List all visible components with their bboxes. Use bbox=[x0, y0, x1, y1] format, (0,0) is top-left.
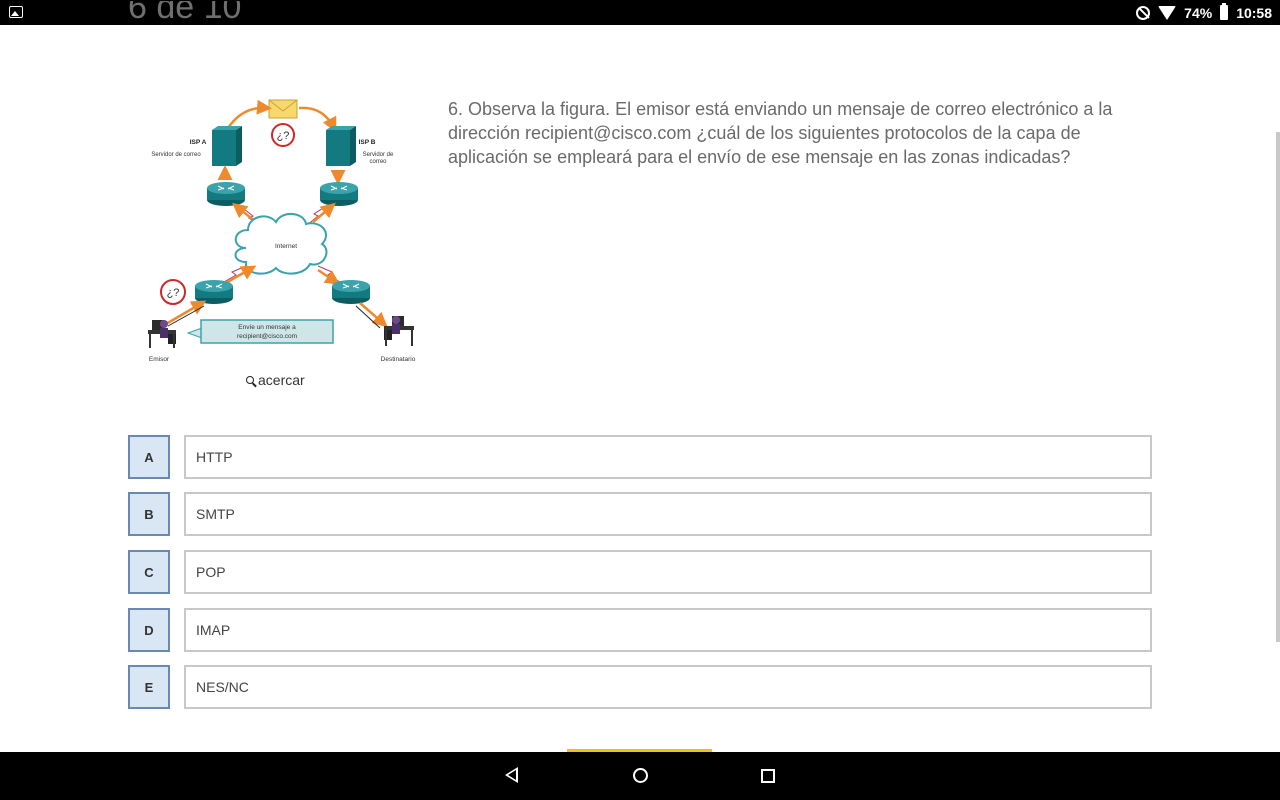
home-icon[interactable] bbox=[633, 768, 648, 783]
isp-b-server-label-1: Servidor de bbox=[363, 152, 394, 158]
do-not-disturb-icon bbox=[1136, 5, 1151, 20]
router-isp-a-icon bbox=[207, 182, 245, 206]
recent-apps-icon[interactable] bbox=[761, 769, 775, 783]
sender-label: Emisor bbox=[149, 356, 170, 363]
wifi-icon bbox=[1158, 5, 1177, 20]
mail-server-b-icon bbox=[326, 126, 356, 166]
isp-b-server-label-2: correo bbox=[369, 159, 387, 165]
option-a[interactable]: A HTTP bbox=[128, 435, 1152, 479]
isp-a-label: ISP A bbox=[190, 139, 207, 146]
isp-b-label: ISP B bbox=[359, 139, 376, 146]
back-icon[interactable] bbox=[505, 767, 518, 783]
option-letter[interactable]: C bbox=[128, 550, 170, 594]
internet-label: Internet bbox=[275, 243, 297, 250]
option-text[interactable]: NES/NC bbox=[184, 665, 1152, 709]
recipient-workstation-icon bbox=[384, 316, 414, 346]
option-b[interactable]: B SMTP bbox=[128, 492, 1152, 536]
option-d[interactable]: D IMAP bbox=[128, 608, 1152, 652]
search-icon bbox=[246, 376, 254, 384]
option-c[interactable]: C POP bbox=[128, 550, 1152, 594]
svg-text:recipient@cisco.com: recipient@cisco.com bbox=[237, 333, 297, 340]
image-notification-icon bbox=[9, 6, 23, 18]
scrollbar[interactable] bbox=[1276, 132, 1280, 642]
option-letter[interactable]: E bbox=[128, 665, 170, 709]
option-e[interactable]: E NES/NC bbox=[128, 665, 1152, 709]
option-text[interactable]: IMAP bbox=[184, 608, 1152, 652]
recipient-label: Destinatario bbox=[381, 356, 416, 363]
router-recipient-icon bbox=[332, 280, 370, 304]
message-callout: Envíe un mensaje a recipient@cisco.com bbox=[186, 319, 334, 344]
battery-percent: 74% bbox=[1184, 4, 1213, 21]
option-text[interactable]: POP bbox=[184, 550, 1152, 594]
clock: 10:58 bbox=[1236, 4, 1272, 21]
option-text[interactable]: HTTP bbox=[184, 435, 1152, 479]
option-letter[interactable]: B bbox=[128, 492, 170, 536]
network-figure[interactable]: ¿? ISP A Servidor de correo ISP B Servid… bbox=[128, 98, 428, 368]
internet-cloud-icon: Internet bbox=[234, 213, 328, 275]
option-text[interactable]: SMTP bbox=[184, 492, 1152, 536]
isp-a-server-label: Servidor de correo bbox=[151, 152, 201, 158]
question-bubble-left: ¿? bbox=[160, 279, 186, 305]
mail-server-a-icon bbox=[212, 126, 242, 166]
svg-text:¿?: ¿? bbox=[277, 130, 290, 142]
router-isp-b-icon bbox=[320, 182, 358, 206]
page-counter: 6 de 10 bbox=[128, 1, 242, 25]
router-sender-icon bbox=[195, 280, 233, 304]
option-letter[interactable]: A bbox=[128, 435, 170, 479]
email-envelope-icon bbox=[268, 99, 298, 119]
svg-text:Envíe un mensaje a: Envíe un mensaje a bbox=[238, 324, 296, 331]
zoom-button[interactable]: acercar bbox=[246, 372, 305, 388]
battery-icon bbox=[1220, 3, 1229, 20]
option-letter[interactable]: D bbox=[128, 608, 170, 652]
question-text: 6. Observa la figura. El emisor está env… bbox=[448, 99, 1113, 167]
svg-text:¿?: ¿? bbox=[167, 287, 180, 299]
zoom-label: acercar bbox=[258, 372, 305, 388]
question-bubble-top: ¿? bbox=[271, 123, 295, 147]
